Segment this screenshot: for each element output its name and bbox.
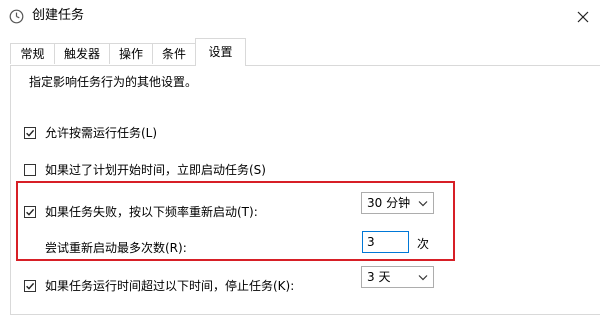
restart-interval-dropdown[interactable]: 30 分钟: [361, 192, 434, 214]
stop-duration-dropdown[interactable]: 3 天: [361, 266, 434, 288]
restart-attempts-unit: 次: [417, 237, 430, 251]
restart-interval-value: 30 分钟: [367, 196, 411, 210]
restart-attempts-input[interactable]: [362, 231, 409, 253]
checkmark-icon: [26, 282, 35, 290]
settings-description: 指定影响任务行为的其他设置。: [29, 75, 198, 89]
tab-conditions[interactable]: 条件: [152, 43, 196, 64]
stop-if-long-label[interactable]: 如果任务运行时间超过以下时间，停止任务(K):: [45, 278, 294, 294]
checkmark-icon: [26, 129, 35, 137]
restart-on-fail-label[interactable]: 如果任务失败，按以下频率重新启动(T):: [45, 204, 258, 220]
chevron-down-icon: [418, 201, 428, 207]
stop-if-long-checkbox[interactable]: [24, 280, 36, 292]
tab-triggers[interactable]: 触发器: [54, 43, 110, 64]
checkmark-icon: [26, 208, 35, 216]
restart-attempts-label: 尝试重新启动最多次数(R):: [45, 241, 187, 255]
allow-on-demand-checkbox[interactable]: [24, 127, 36, 139]
restart-on-fail-checkbox[interactable]: [24, 206, 36, 218]
task-scheduler-icon: [9, 9, 24, 24]
tab-general[interactable]: 常规: [10, 43, 55, 64]
chevron-down-icon: [418, 275, 428, 281]
run-missed-label[interactable]: 如果过了计划开始时间，立即启动任务(S): [45, 162, 266, 178]
close-icon[interactable]: [572, 6, 594, 28]
title-bar: 创建任务: [0, 0, 600, 33]
run-missed-checkbox[interactable]: [24, 164, 36, 176]
tab-actions[interactable]: 操作: [109, 43, 153, 64]
tab-strip: 常规 触发器 操作 条件 设置: [0, 38, 600, 66]
stop-duration-value: 3 天: [367, 270, 391, 284]
allow-on-demand-label[interactable]: 允许按需运行任务(L): [45, 125, 157, 141]
window-title: 创建任务: [32, 8, 85, 23]
tab-settings[interactable]: 设置: [195, 38, 246, 66]
